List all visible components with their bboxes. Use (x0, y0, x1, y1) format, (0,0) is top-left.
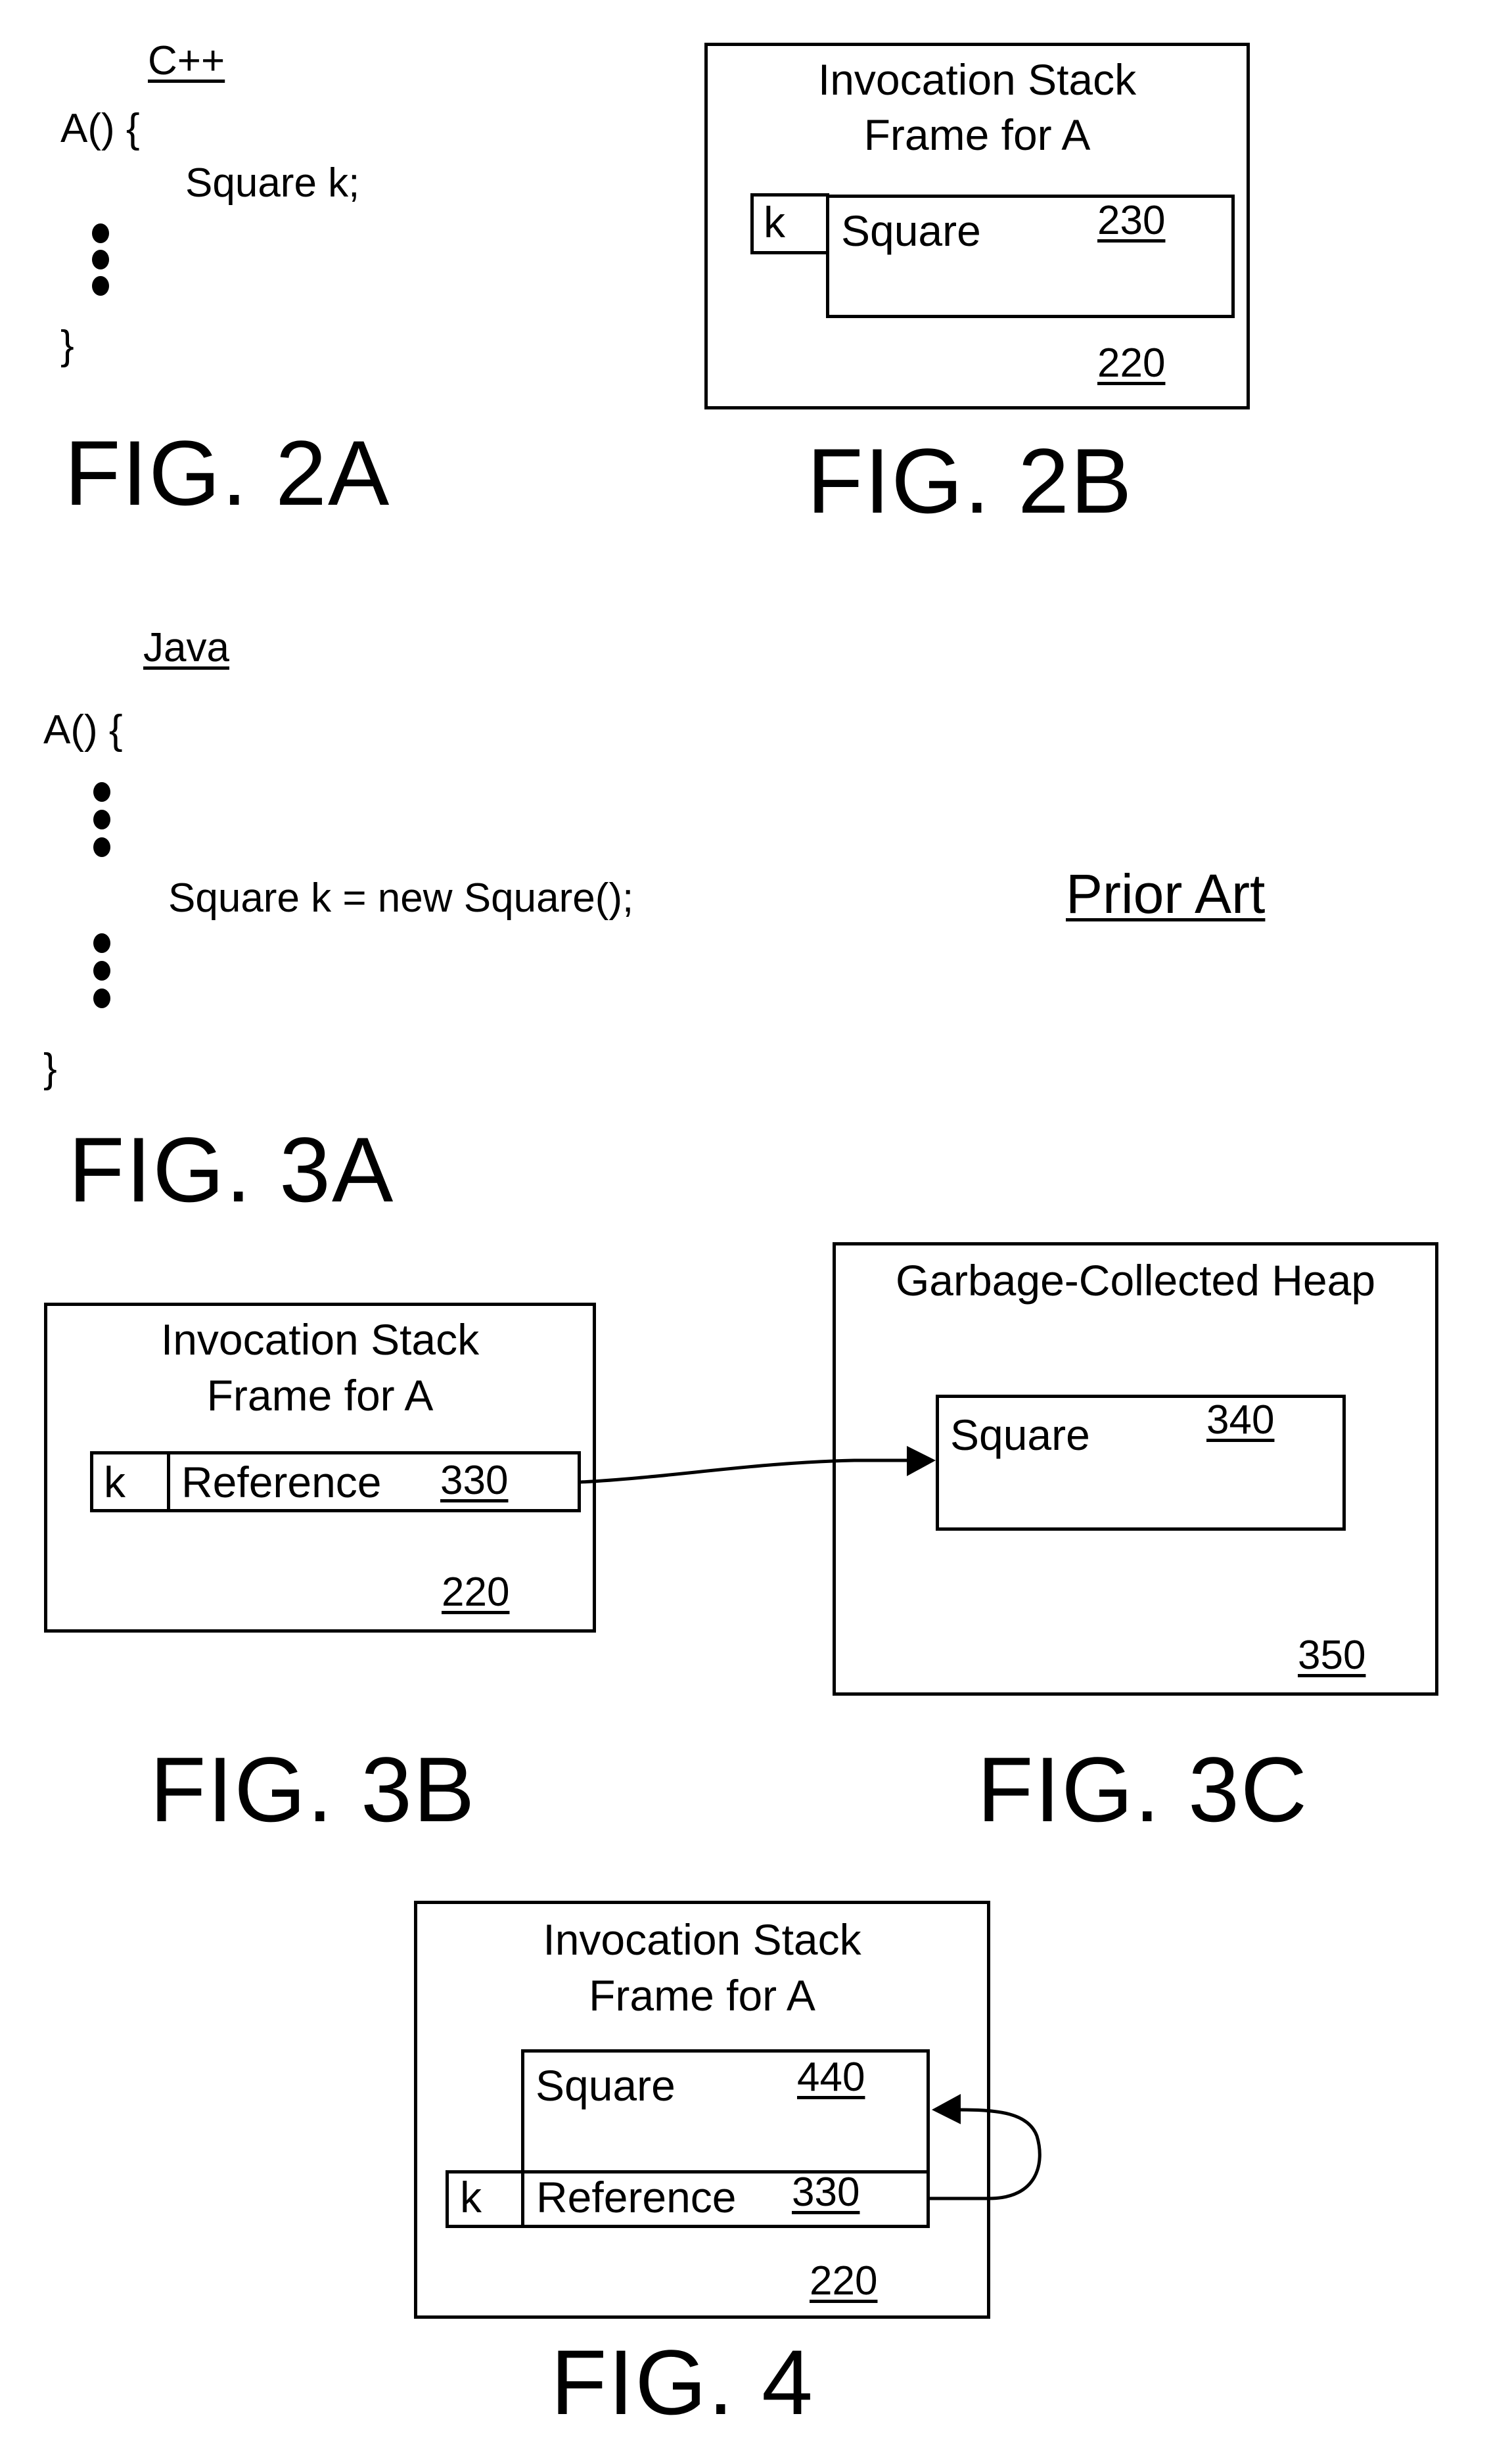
figure-label-3c: FIG. 3C (977, 1738, 1309, 1841)
slot-divider (521, 2172, 524, 2227)
language-heading-cpp: C++ (148, 38, 225, 83)
square-object-label: Square (841, 206, 981, 255)
slot-divider (167, 1453, 170, 1510)
reference-label: Reference (536, 2173, 737, 2221)
variable-k-box (750, 193, 829, 254)
reference-label: Reference (181, 1458, 382, 1506)
code-line-declaration: Square k; (185, 160, 360, 206)
square-object-label: Square (536, 2061, 676, 2110)
ref-number-340: 340 (1206, 1397, 1275, 1443)
language-heading-java: Java (143, 625, 229, 670)
ref-number-220: 220 (1097, 340, 1166, 386)
code-line-function-close: } (60, 323, 74, 368)
heap-title: Garbage-Collected Heap (895, 1256, 1376, 1305)
ref-number-330: 330 (792, 2170, 860, 2215)
code-line-declaration: Square k = new Square(); (168, 875, 634, 921)
figure-label-4: FIG. 4 (551, 2331, 814, 2434)
frame-title-line1: Invocation Stack (543, 1915, 861, 1964)
ref-number-440: 440 (797, 2055, 865, 2100)
ref-number-350: 350 (1298, 1633, 1366, 1678)
frame-title-line2: Frame for A (206, 1371, 434, 1420)
variable-k-label: k (764, 198, 785, 246)
ref-number-220: 220 (810, 2258, 878, 2304)
figure-label-2b: FIG. 2B (807, 429, 1134, 532)
frame-title-line1: Invocation Stack (160, 1315, 480, 1364)
code-line-function-open: A() { (60, 106, 140, 151)
frame-title-line1: Invocation Stack (817, 55, 1137, 104)
ref-number-230: 230 (1097, 198, 1166, 243)
ref-number-220: 220 (442, 1569, 510, 1615)
variable-k-label: k (104, 1458, 126, 1506)
prior-art-label: Prior Art (1066, 863, 1266, 925)
code-line-function-open: A() { (43, 707, 123, 753)
figure-label-2a: FIG. 2A (64, 421, 391, 524)
frame-title-line2: Frame for A (589, 1971, 815, 2020)
code-line-function-close: } (43, 1046, 57, 1091)
square-object-label: Square (950, 1410, 1090, 1459)
figure-label-3b: FIG. 3B (150, 1738, 476, 1841)
variable-k-label: k (460, 2173, 482, 2221)
ref-number-330: 330 (440, 1458, 509, 1503)
figure-label-3a: FIG. 3A (68, 1118, 395, 1221)
frame-title-line2: Frame for A (863, 110, 1091, 159)
